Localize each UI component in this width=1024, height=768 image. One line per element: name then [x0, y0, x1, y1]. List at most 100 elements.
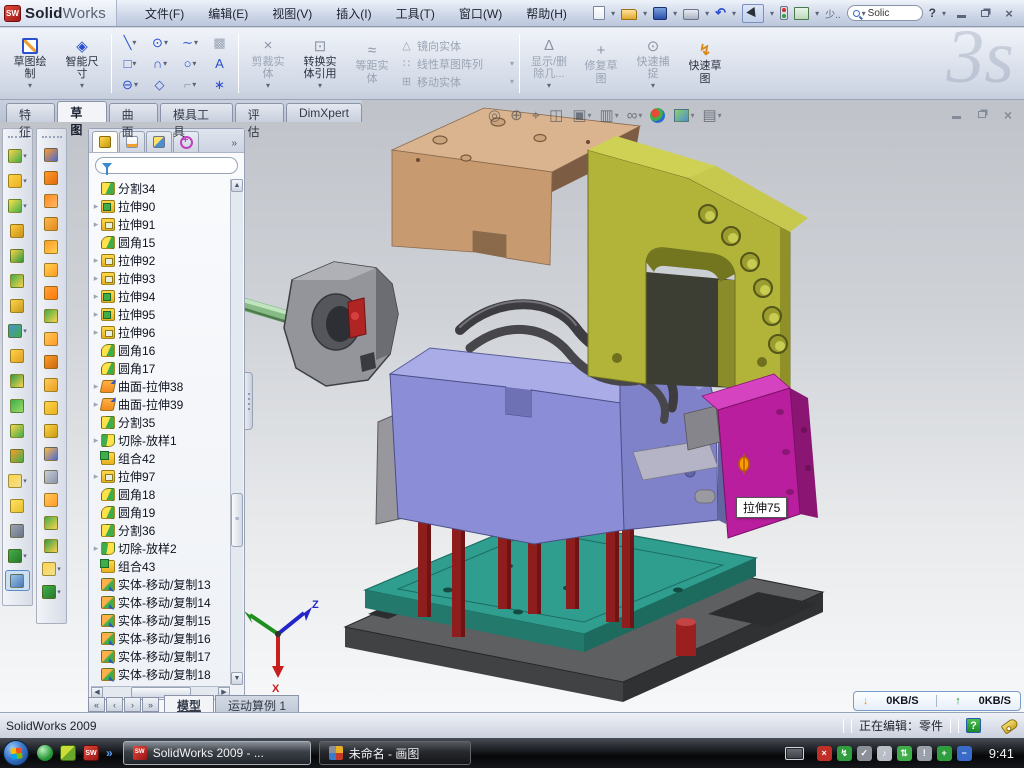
zoom-selected-icon[interactable]: ⌖ — [532, 107, 541, 124]
print-dropdown[interactable]: ▾ — [705, 9, 709, 18]
doc-minimize-button[interactable] — [948, 108, 964, 121]
expand-arrow-icon[interactable]: ▸ — [91, 309, 101, 320]
model-clamp-part[interactable] — [236, 262, 398, 386]
options-dropdown[interactable]: ▾ — [815, 9, 819, 18]
toolbar-dropdown[interactable]: ▾ — [23, 477, 27, 485]
command-tab[interactable]: 评估 — [235, 103, 284, 122]
new-dropdown[interactable]: ▾ — [611, 9, 615, 18]
sketch-entity-button[interactable]: ∗ — [205, 74, 235, 95]
toolbar-button[interactable] — [39, 191, 64, 210]
feature-tree-item[interactable]: ▸ 组合42 — [91, 449, 230, 467]
toolbar-button[interactable] — [5, 220, 30, 241]
close-button[interactable]: × — [1000, 6, 1018, 20]
command-row-button[interactable]: ⊞ 移动实体 ▾ — [398, 74, 516, 90]
zoom-fit-icon[interactable]: ◎ — [488, 106, 502, 124]
command-tab[interactable]: 草图 — [57, 101, 106, 122]
command-dropdown[interactable]: ▾ — [80, 81, 84, 90]
feature-tree-item[interactable]: ▸ 实体-移动/复制14 — [91, 593, 230, 611]
feature-tree-item[interactable]: ▸ 切除-放样1 — [91, 431, 230, 449]
tray-icon[interactable]: ! — [917, 746, 932, 761]
sketch-entity-button[interactable]: ╲ ▾ — [115, 32, 145, 53]
menu-item[interactable]: 工具(T) — [386, 2, 445, 25]
sketch-entity-button[interactable]: ◇ — [145, 74, 175, 95]
command-row-button[interactable]: ∷ 线性草图阵列 ▾ — [398, 56, 516, 72]
hud-dropdown[interactable]: ▾ — [690, 111, 694, 120]
taskbar-task-button[interactable]: SW SolidWorks 2009 - ... — [123, 741, 311, 765]
feature-tree-item[interactable]: ▸ 分割35 — [91, 413, 230, 431]
feature-tree-item[interactable]: ▸ 拉伸97 — [91, 467, 230, 485]
search-box[interactable]: ▾ Solic — [847, 5, 923, 21]
toolbar-button[interactable] — [39, 398, 64, 417]
toolbar-button[interactable] — [39, 444, 64, 463]
toolbar-button[interactable] — [39, 490, 64, 509]
toolbar-button[interactable] — [39, 145, 64, 164]
expand-arrow-icon[interactable]: ▸ — [91, 471, 101, 482]
quick-launch-chevron[interactable]: » — [106, 746, 113, 760]
model-support-bracket[interactable] — [588, 136, 808, 388]
open-icon[interactable] — [621, 9, 637, 20]
expand-arrow-icon[interactable]: ▸ — [91, 327, 101, 338]
feature-tree-item[interactable]: ▸ 分割34 — [91, 179, 230, 197]
feature-tree-item[interactable]: ▸ 圆角17 — [91, 359, 230, 377]
view-settings-icon[interactable]: ▾ — [674, 109, 694, 122]
feature-tree-item[interactable]: ▸ 拉伸93 — [91, 269, 230, 287]
toolbar-button[interactable] — [39, 352, 64, 371]
command-dropdown[interactable]: ▾ — [651, 81, 655, 90]
sketch-entity-button[interactable]: □ ▾ — [115, 53, 145, 74]
feature-tree-item[interactable]: ▸ 圆角18 — [91, 485, 230, 503]
toolbar-button[interactable]: ▾ — [39, 559, 64, 578]
tray-icon[interactable]: − — [957, 746, 972, 761]
sketch-entity-dropdown[interactable]: ▾ — [164, 38, 168, 47]
hud-dropdown[interactable]: ▾ — [615, 111, 619, 120]
command-button[interactable]: ≈ 等距实 体 — [346, 30, 398, 97]
command-dropdown[interactable]: ▾ — [510, 77, 514, 86]
command-button[interactable]: ⊙ 快速捕 捉 ▾ — [627, 30, 679, 97]
toolbar-dropdown[interactable]: ▾ — [23, 202, 27, 210]
apply-scene-icon[interactable] — [650, 108, 666, 123]
save-icon[interactable] — [653, 7, 667, 20]
menu-item[interactable]: 帮助(H) — [516, 2, 577, 25]
toolbar-dropdown[interactable]: ▾ — [23, 327, 27, 335]
quick-launch-icon[interactable] — [60, 745, 76, 761]
sketch-entity-dropdown[interactable]: ▾ — [134, 80, 138, 89]
expand-arrow-icon[interactable]: ▸ — [91, 435, 101, 446]
restore-button[interactable] — [976, 6, 994, 20]
solidworks-shortcut-icon[interactable]: SW — [83, 745, 99, 761]
toolbar-dropdown[interactable]: ▾ — [23, 177, 27, 185]
feature-tree-item[interactable]: ▸ 圆角16 — [91, 341, 230, 359]
expand-arrow-icon[interactable]: ▸ — [91, 255, 101, 266]
command-button[interactable]: Δ 显示/删 除几... ▾ — [523, 30, 575, 97]
feature-tree-item[interactable]: ▸ 曲面-拉伸39 — [91, 395, 230, 413]
quick-tips-icon[interactable]: ? — [966, 718, 981, 733]
performance-icon[interactable] — [780, 6, 788, 20]
tray-icon[interactable]: ♪ — [877, 746, 892, 761]
sketch-entity-button[interactable]: ∼ ▾ — [175, 32, 205, 53]
expand-arrow-icon[interactable]: ▸ — [91, 201, 101, 212]
search-input[interactable]: Solic — [868, 8, 890, 19]
menu-item[interactable]: 视图(V) — [262, 2, 322, 25]
command-tab[interactable]: 曲面 — [109, 103, 158, 122]
scroll-up-button[interactable]: ▲ — [231, 179, 243, 192]
toolbar-button[interactable] — [5, 445, 30, 466]
toolbar-button[interactable] — [5, 245, 30, 266]
display-style-icon[interactable]: ▥ ▾ — [600, 106, 619, 124]
view-orientation-icon[interactable]: ▣ ▾ — [572, 106, 591, 124]
command-tab[interactable]: DimXpert — [286, 103, 362, 122]
doc-restore-button[interactable] — [974, 108, 990, 121]
expand-arrow-icon[interactable]: ▸ — [91, 543, 101, 554]
command-button[interactable]: × 剪裁实 体 ▾ — [242, 30, 294, 97]
toolbar-button[interactable]: ▾ — [5, 545, 30, 566]
command-dropdown[interactable]: ▾ — [318, 81, 322, 90]
feature-tree-item[interactable]: ▸ 圆角15 — [91, 233, 230, 251]
search-dropdown[interactable]: ▾ — [862, 9, 866, 18]
document-tab[interactable]: 运动算例 1 — [215, 695, 299, 712]
command-tab[interactable]: 特征 — [6, 103, 55, 122]
toolbar-button[interactable] — [5, 495, 30, 516]
select-tool-button[interactable] — [742, 4, 764, 23]
hud-dropdown[interactable]: ▾ — [638, 111, 642, 120]
toolbar-button[interactable] — [5, 570, 30, 591]
tray-icon[interactable]: × — [817, 746, 832, 761]
select-dropdown[interactable]: ▾ — [770, 9, 774, 18]
expand-arrow-icon[interactable]: ▸ — [91, 219, 101, 230]
tray-icon[interactable]: ✓ — [857, 746, 872, 761]
